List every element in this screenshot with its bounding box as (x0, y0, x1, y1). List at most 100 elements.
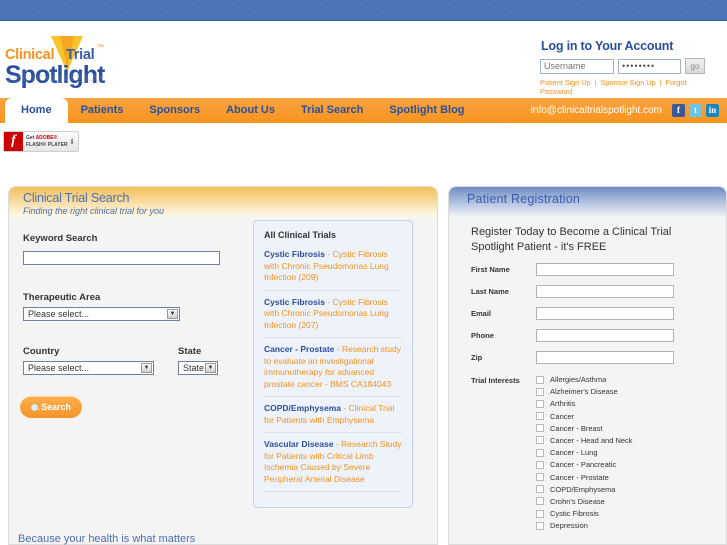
login-title: Log in to Your Account (541, 39, 674, 53)
interest-checkbox-row[interactable]: Cancer - Pancreatic (536, 460, 726, 469)
interest-checkbox-row[interactable]: Cancer - Head and Neck (536, 436, 726, 445)
country-group: Country Please select... ▼ (23, 346, 154, 375)
sponsor-signup-link[interactable]: Sponsor Sign Up (600, 78, 655, 87)
checkbox-icon[interactable] (536, 509, 544, 518)
checkbox-icon[interactable] (536, 399, 544, 408)
flash-adobe-label: ADOBE® (35, 135, 58, 141)
first-name-input[interactable] (536, 263, 674, 276)
checkbox-icon[interactable] (536, 424, 544, 433)
last-name-input[interactable] (536, 285, 674, 298)
trial-condition: Cystic Fibrosis (264, 249, 325, 259)
keyword-search-label: Keyword Search (23, 233, 98, 244)
country-state-row: Country Please select... ▼ State State ▼ (23, 346, 248, 375)
nav-item-home[interactable]: Home (5, 98, 68, 123)
interest-checkbox-row[interactable]: Allergies/Asthma (536, 375, 726, 384)
nav-item-about-us[interactable]: About Us (213, 98, 288, 123)
interest-label: Allergies/Asthma (550, 375, 607, 384)
interest-label: Cancer - Breast (550, 423, 603, 433)
nav-item-spotlight-blog[interactable]: Spotlight Blog (376, 98, 477, 123)
search-button[interactable]: Search (20, 396, 82, 418)
trial-condition: Cystic Fibrosis (264, 296, 325, 307)
registration-panel-title: Patient Registration (467, 192, 581, 206)
chevron-down-icon: ▼ (205, 363, 216, 373)
interest-checkbox-row[interactable]: Cancer (536, 412, 726, 421)
keyword-search-input[interactable] (23, 251, 220, 265)
interest-checkbox-row[interactable]: COPD/Emphysema (536, 485, 726, 494)
list-item[interactable]: Vascular Disease - Research Study for Pa… (264, 439, 402, 492)
interest-checkbox-row[interactable]: Cancer - Lung (536, 448, 726, 457)
therapeutic-area-label: Therapeutic Area (23, 292, 101, 303)
chevron-down-icon: ▼ (167, 309, 178, 319)
state-value: State (183, 363, 205, 373)
interest-label: Arthritis (550, 399, 576, 409)
checkbox-icon[interactable] (536, 387, 544, 396)
search-panel-header: Clinical Trial Search Finding the right … (9, 187, 437, 219)
phone-row: Phone (471, 329, 721, 342)
main-navigation: Home Patients Sponsors About Us Trial Se… (0, 98, 727, 123)
nav-item-sponsors[interactable]: Sponsors (136, 98, 213, 123)
patient-registration-panel: Patient Registration Register Today to B… (448, 186, 727, 545)
download-arrow-icon: ⬇ (69, 138, 75, 146)
zip-row: Zip (471, 351, 721, 364)
all-clinical-trials-list: All Clinical Trials Cystic Fibrosis - Cy… (253, 220, 413, 508)
password-input[interactable] (618, 58, 681, 74)
interest-label: COPD/Emphysema (550, 484, 616, 494)
interest-checkbox-row[interactable]: Cancer - Breast (536, 424, 726, 433)
country-select[interactable]: Please select... ▼ (23, 361, 154, 375)
email-label: Email (471, 309, 492, 318)
facebook-icon[interactable]: f (672, 104, 685, 117)
login-go-button[interactable]: go (685, 58, 705, 74)
list-item[interactable]: Cystic Fibrosis - Cystic Fibrosis with C… (264, 249, 402, 291)
interest-checkbox-row[interactable]: Crohn's Disease (536, 497, 726, 506)
link-separator-2: | (659, 78, 662, 87)
page-root: Clinical Trial ™ Spotlight Spotlight Log… (0, 0, 727, 545)
checkbox-icon[interactable] (536, 460, 544, 469)
trial-interests-list: Allergies/Asthma Alzheimer's Disease Art… (536, 375, 726, 533)
last-name-label: Last Name (471, 287, 509, 296)
trial-condition: Cancer - Prostate (264, 344, 335, 354)
last-name-row: Last Name (471, 285, 721, 298)
state-select[interactable]: State ▼ (178, 361, 218, 375)
phone-label: Phone (471, 331, 494, 340)
checkbox-icon[interactable] (536, 412, 544, 421)
zip-input[interactable] (536, 351, 674, 364)
interest-label: Cancer - Head and Neck (550, 435, 633, 445)
interest-label: Alzheimer's Disease (550, 387, 618, 397)
flash-get-label: Get (26, 135, 35, 141)
list-item[interactable]: Cystic Fibrosis - Cystic Fibrosis with C… (264, 296, 402, 338)
email-field[interactable] (536, 307, 674, 320)
interest-checkbox-row[interactable]: Cystic Fibrosis (536, 509, 726, 518)
interest-checkbox-row[interactable]: Arthritis (536, 399, 726, 408)
nav-item-trial-search[interactable]: Trial Search (288, 98, 376, 123)
trial-condition: Vascular Disease (264, 439, 334, 449)
interest-checkbox-row[interactable]: Depression (536, 521, 726, 530)
phone-input[interactable] (536, 329, 674, 342)
checkbox-icon[interactable] (536, 473, 544, 481)
username-input[interactable] (540, 58, 614, 74)
checkbox-icon[interactable] (536, 521, 544, 530)
interest-checkbox-row[interactable]: Cancer - Prostate (536, 473, 726, 482)
checkbox-icon[interactable] (536, 497, 544, 506)
interest-checkbox-row[interactable]: Alzheimer's Disease (536, 387, 726, 396)
link-separator-1: | (594, 78, 597, 87)
trial-interests-section: Trial Interests Allergies/Asthma Alzheim… (471, 375, 726, 533)
nav-item-patients[interactable]: Patients (68, 98, 137, 123)
chevron-down-icon: ▼ (141, 363, 152, 373)
checkbox-icon[interactable] (536, 436, 544, 445)
therapeutic-area-value: Please select... (28, 309, 90, 319)
list-item[interactable]: Cancer - Prostate - Research study to ev… (264, 344, 402, 397)
site-header: Clinical Trial ™ Spotlight Spotlight Log… (0, 21, 727, 98)
adobe-flash-player-badge[interactable]: f Get ADOBE® FLASH® PLAYER ⬇ (3, 131, 79, 152)
linkedin-icon[interactable]: in (706, 104, 719, 117)
checkbox-icon[interactable] (536, 448, 544, 457)
therapeutic-area-select[interactable]: Please select... ▼ (23, 307, 180, 321)
email-row: Email (471, 307, 721, 320)
list-item[interactable]: COPD/Emphysema - Clinical Trial for Pati… (264, 403, 402, 433)
checkbox-icon[interactable] (536, 485, 544, 494)
checkbox-icon[interactable] (536, 375, 544, 384)
top-blue-bar (0, 0, 727, 21)
contact-email[interactable]: info@clinicaltrialspotlight.com (531, 105, 662, 116)
site-logo[interactable]: Clinical Trial ™ Spotlight Spotlight (5, 36, 125, 89)
patient-signup-link[interactable]: Patient Sign Up (540, 78, 591, 87)
twitter-icon[interactable]: t (689, 104, 702, 117)
